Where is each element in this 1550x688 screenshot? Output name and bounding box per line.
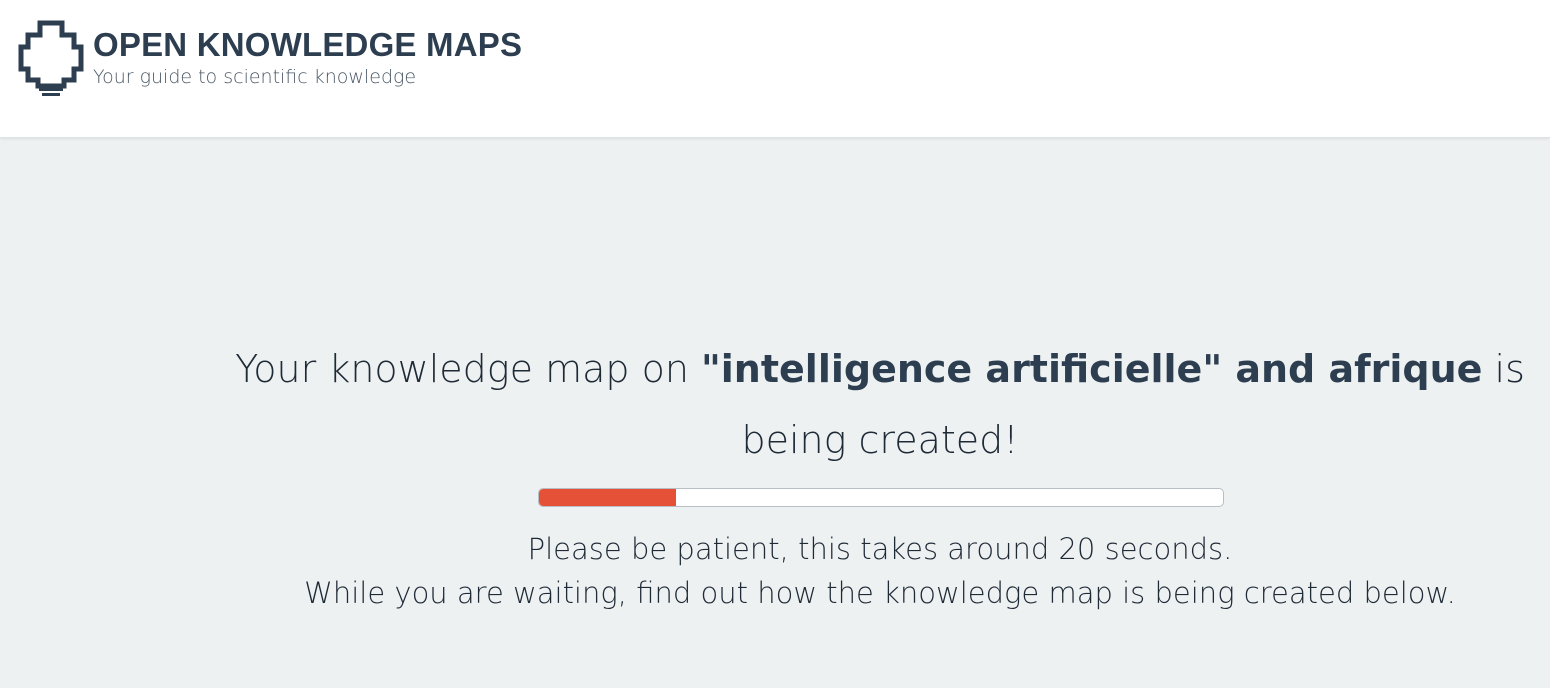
site-header: OPEN KNOWLEDGE MAPS Your guide to scient… [0,0,1550,138]
search-query: "intelligence artificielle" and afrique [700,347,1483,391]
loading-panel: Your knowledge map on "intelligence arti… [0,138,1550,688]
loading-headline: Your knowledge map on "intelligence arti… [230,334,1530,476]
home-logo-link[interactable]: OPEN KNOWLEDGE MAPS Your guide to scient… [18,20,522,96]
lightbulb-puzzle-icon [18,20,84,96]
wait-time-text: Please be patient, this takes around 20 … [527,532,1233,566]
site-tagline: Your guide to scientific knowledge [93,66,417,88]
waiting-notice: Please be patient, this takes around 20 … [230,527,1530,615]
explanation-hint-text: While you are waiting, find out how the … [304,576,1456,610]
progress-bar [538,488,1224,507]
site-title: OPEN KNOWLEDGE MAPS [93,26,523,63]
brand: OPEN KNOWLEDGE MAPS Your guide to scient… [93,26,522,88]
progress-bar-fill [539,489,676,506]
headline-prefix: Your knowledge map on [235,347,701,391]
